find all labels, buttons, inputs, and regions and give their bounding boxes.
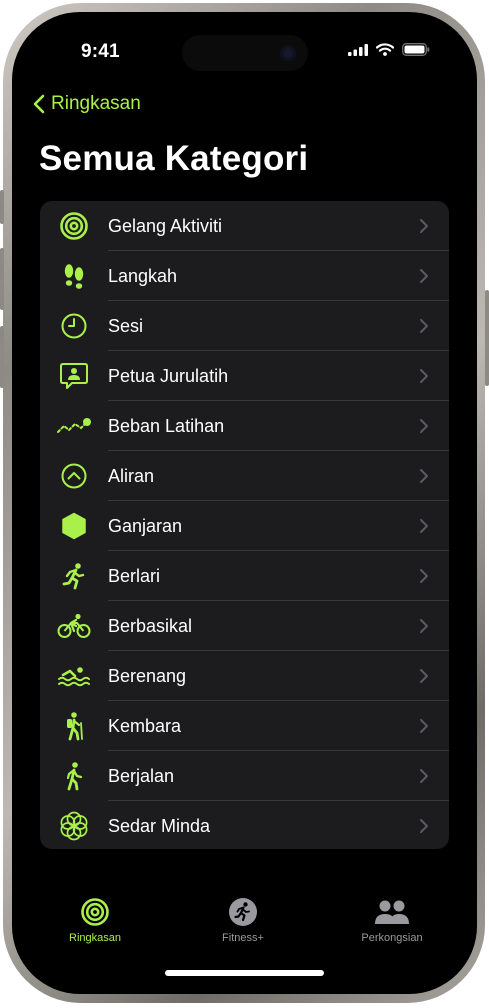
- swimming-icon: [58, 667, 90, 687]
- chevron-right-icon: [420, 669, 428, 683]
- trends-icon: [61, 463, 87, 489]
- volume-up-button: [0, 248, 4, 310]
- front-camera: [280, 45, 296, 61]
- category-row-running[interactable]: Berlari: [40, 551, 449, 601]
- volume-down-button: [0, 326, 4, 388]
- category-label: Kembara: [108, 716, 182, 736]
- tab-label: Ringkasan: [69, 932, 121, 944]
- category-label: Sedar Minda: [108, 816, 211, 836]
- running-icon: [62, 563, 85, 590]
- home-indicator[interactable]: [165, 970, 324, 976]
- category-label: Berenang: [108, 666, 187, 686]
- tab-summary[interactable]: Ringkasan: [35, 897, 155, 944]
- activity-rings-icon: [60, 212, 88, 240]
- screen: 9:41 Ringkasan Semua Kategori Gelang Akt…: [19, 19, 470, 987]
- tab-bar: Ringkasan Fitness+ Perkongsian: [19, 889, 470, 949]
- chevron-right-icon: [420, 419, 428, 433]
- chevron-right-icon: [420, 469, 428, 483]
- category-row-walking[interactable]: Berjalan: [40, 751, 449, 801]
- category-row-trends[interactable]: Aliran: [40, 451, 449, 501]
- chevron-right-icon: [420, 269, 428, 283]
- category-row-training-load[interactable]: Beban Latihan: [40, 401, 449, 451]
- mindfulness-icon: [60, 811, 88, 841]
- battery-icon: [402, 43, 430, 56]
- back-label: Ringkasan: [51, 93, 141, 114]
- tab-label: Fitness+: [222, 932, 264, 944]
- category-row-activity-rings[interactable]: Gelang Aktiviti: [40, 201, 449, 251]
- clock-icon: [61, 313, 87, 339]
- category-row-sessions[interactable]: Sesi: [40, 301, 449, 351]
- people-icon: [375, 900, 409, 924]
- chevron-right-icon: [420, 719, 428, 733]
- category-row-steps[interactable]: Langkah: [40, 251, 449, 301]
- tab-label: Perkongsian: [361, 932, 423, 944]
- category-row-mindfulness[interactable]: Sedar Minda: [40, 801, 449, 849]
- cellular-signal-icon: [348, 43, 368, 56]
- category-label: Berlari: [108, 566, 161, 586]
- tab-fitness-plus[interactable]: Fitness+: [183, 897, 303, 944]
- category-row-coach-tips[interactable]: Petua Jurulatih: [40, 351, 449, 401]
- tab-sharing[interactable]: Perkongsian: [332, 897, 452, 944]
- dynamic-island: [182, 35, 308, 71]
- page-title: Semua Kategori: [39, 139, 309, 178]
- wifi-icon: [376, 43, 394, 56]
- category-label: Berbasikal: [108, 616, 193, 636]
- chevron-right-icon: [420, 519, 428, 533]
- status-icons: [348, 43, 430, 56]
- chevron-right-icon: [420, 369, 428, 383]
- back-button[interactable]: Ringkasan: [33, 93, 141, 115]
- category-row-swimming[interactable]: Berenang: [40, 651, 449, 701]
- category-row-awards[interactable]: Ganjaran: [40, 501, 449, 551]
- training-load-icon: [57, 418, 91, 433]
- chevron-right-icon: [420, 769, 428, 783]
- category-label: Gelang Aktiviti: [108, 216, 223, 236]
- side-button: [485, 290, 489, 386]
- cycling-icon: [57, 613, 91, 638]
- category-label: Langkah: [108, 266, 178, 286]
- action-button: [0, 190, 4, 224]
- chevron-right-icon: [420, 569, 428, 583]
- category-label: Berjalan: [108, 766, 175, 786]
- awards-icon: [62, 512, 86, 540]
- chevron-right-icon: [420, 219, 428, 233]
- category-label: Aliran: [108, 466, 155, 486]
- fitness-plus-icon: [229, 898, 257, 926]
- coach-tips-icon: [60, 363, 88, 389]
- hiking-icon: [67, 712, 83, 741]
- chevron-right-icon: [420, 619, 428, 633]
- category-list: Gelang Aktiviti Langkah Sesi Petua Jurul…: [40, 201, 449, 849]
- category-row-hiking[interactable]: Kembara: [40, 701, 449, 751]
- footprints-icon: [64, 264, 84, 289]
- category-label: Ganjaran: [108, 516, 183, 536]
- chevron-right-icon: [420, 819, 428, 833]
- activity-rings-icon: [81, 898, 109, 926]
- category-label: Beban Latihan: [108, 416, 225, 436]
- chevron-right-icon: [420, 319, 428, 333]
- category-row-cycling[interactable]: Berbasikal: [40, 601, 449, 651]
- status-time: 9:41: [81, 41, 120, 62]
- category-label: Sesi: [108, 316, 144, 336]
- category-label: Petua Jurulatih: [108, 366, 229, 386]
- chevron-left-icon: [33, 94, 45, 114]
- walking-icon: [66, 762, 83, 791]
